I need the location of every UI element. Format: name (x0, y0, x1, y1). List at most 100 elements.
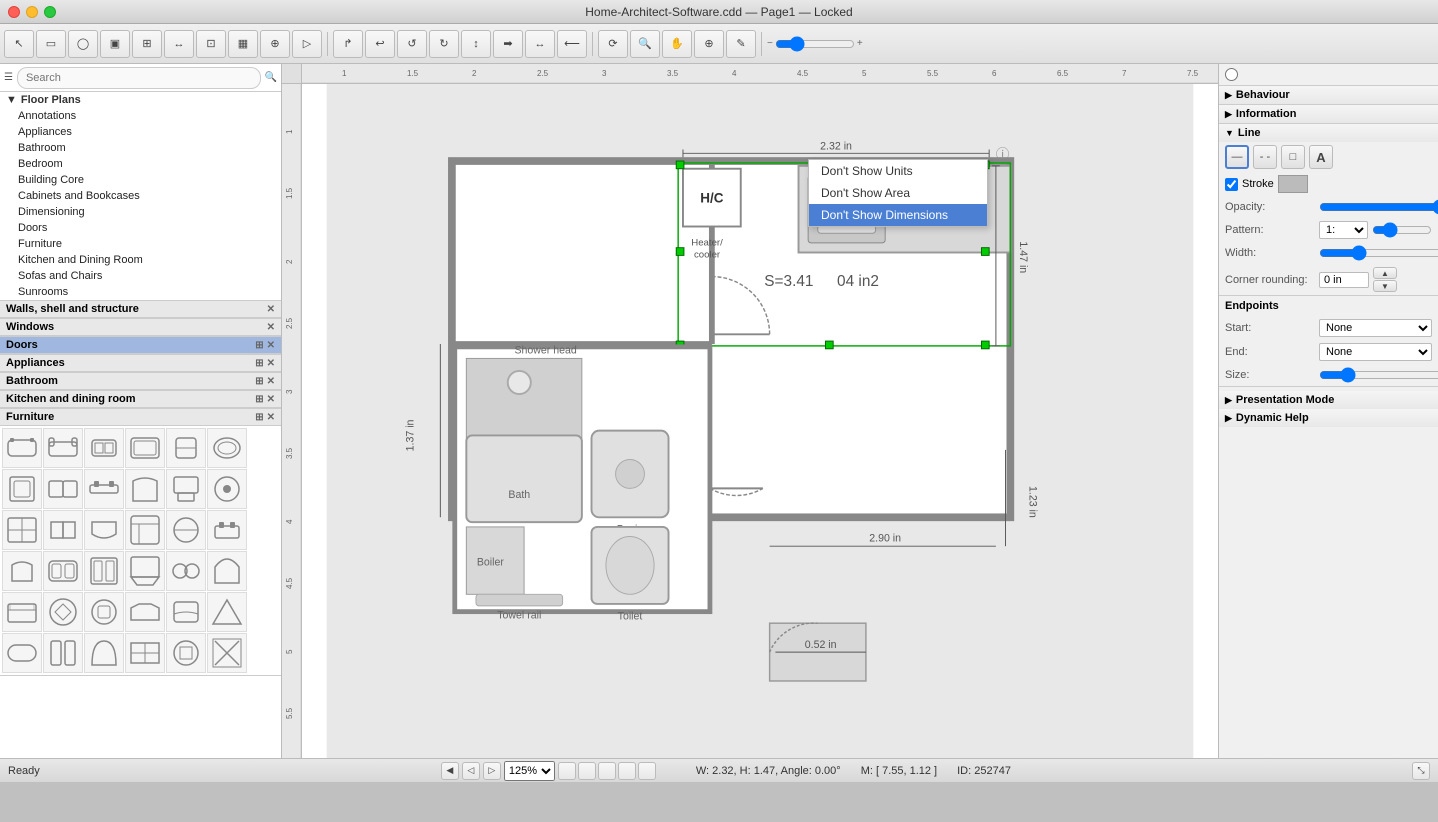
zoom-select[interactable]: 125% 100% 75% (504, 761, 555, 781)
tree-item-doors[interactable]: Doors (0, 220, 281, 236)
lib-windows-close-btn[interactable]: ✕ (267, 322, 275, 333)
pattern-slider[interactable] (1372, 222, 1432, 238)
window-controls[interactable] (8, 6, 56, 18)
furniture-item-15[interactable] (84, 510, 124, 550)
dropdown-dont-show-units[interactable]: Don't Show Units (809, 160, 987, 182)
pattern-select[interactable]: 1: 2: 3: (1319, 221, 1368, 239)
line-style-dashed-btn[interactable]: - - (1253, 145, 1277, 169)
grid2-tool[interactable]: ⊡ (196, 30, 226, 58)
furniture-item-23[interactable] (166, 551, 206, 591)
furniture-item-13[interactable] (2, 510, 42, 550)
view-btn-5[interactable] (638, 762, 656, 780)
page-back-btn[interactable]: ◁ (462, 762, 480, 780)
pattern-tool[interactable]: ▦ (228, 30, 258, 58)
text-btn[interactable]: A (1309, 145, 1333, 169)
page-prev-btn[interactable]: ◀ (441, 762, 459, 780)
zoom-minus-icon[interactable]: − (767, 38, 773, 49)
information-header[interactable]: ▶ Information (1219, 105, 1438, 123)
tree-item-sofas[interactable]: Sofas and Chairs (0, 268, 281, 284)
behaviour-header[interactable]: ▶ Behaviour (1219, 86, 1438, 104)
zoom-slider[interactable] (775, 36, 855, 52)
furniture-item-14[interactable] (43, 510, 83, 550)
canvas-area[interactable]: // Will be done in JS below 1 1.5 2 2.5 … (282, 64, 1218, 758)
furniture-item-2[interactable] (43, 428, 83, 468)
furniture-item-19[interactable] (2, 551, 42, 591)
tree-item-furniture[interactable]: Furniture (0, 236, 281, 252)
tree-item-sunrooms[interactable]: Sunrooms (0, 284, 281, 300)
end-select[interactable]: None Arrow Circle (1319, 343, 1432, 361)
close-button[interactable] (8, 6, 20, 18)
minimize-button[interactable] (26, 6, 38, 18)
ellipse-tool[interactable]: ◯ (68, 30, 98, 58)
fit-tool[interactable]: ⊕ (694, 30, 724, 58)
grid-tool[interactable]: ▣ (100, 30, 130, 58)
lib-doors-expand-btn[interactable]: ⊞ (255, 340, 263, 351)
tree-item-dimensioning[interactable]: Dimensioning (0, 204, 281, 220)
curve-tool[interactable]: ↱ (333, 30, 363, 58)
line-header[interactable]: ▼ Line (1219, 124, 1438, 142)
furniture-item-22[interactable] (125, 551, 165, 591)
pan-tool[interactable]: ✋ (662, 30, 692, 58)
tree-item-bedroom[interactable]: Bedroom (0, 156, 281, 172)
lib-bathroom-close-btn[interactable]: ✕ (267, 376, 275, 387)
furniture-item-11[interactable] (166, 469, 206, 509)
furniture-item-17[interactable] (166, 510, 206, 550)
width-slider[interactable] (1319, 245, 1438, 261)
stroke-color-swatch[interactable] (1278, 175, 1308, 193)
lib-doors-close-btn[interactable]: ✕ (267, 340, 275, 351)
furniture-item-33[interactable] (84, 633, 124, 673)
zoom-plus-icon[interactable]: + (857, 38, 863, 49)
furniture-item-8[interactable] (43, 469, 83, 509)
tree-item-cabinets[interactable]: Cabinets and Bookcases (0, 188, 281, 204)
sidebar-menu-icon[interactable]: ☰ (4, 72, 13, 83)
lib-appliances-expand-btn[interactable]: ⊞ (255, 358, 263, 369)
page-fwd-btn[interactable]: ▷ (483, 762, 501, 780)
tree-item-appliances[interactable]: Appliances (0, 124, 281, 140)
mirror-tool[interactable]: ↔ (525, 30, 555, 58)
presentation-mode-header[interactable]: ▶ Presentation Mode (1219, 391, 1438, 409)
table-tool[interactable]: ⊞ (132, 30, 162, 58)
tree-item-kitchen[interactable]: Kitchen and Dining Room (0, 252, 281, 268)
furniture-item-10[interactable] (125, 469, 165, 509)
stroke-checkbox[interactable] (1225, 178, 1238, 191)
corner-rounding-input[interactable] (1319, 272, 1369, 288)
undo-tool[interactable]: ↩ (365, 30, 395, 58)
redo1-tool[interactable]: ↺ (397, 30, 427, 58)
resize-tool[interactable]: ↔ (164, 30, 194, 58)
resize-handle[interactable]: ⤡ (1412, 762, 1430, 780)
furniture-item-30[interactable] (207, 592, 247, 632)
furniture-item-5[interactable] (166, 428, 206, 468)
flip-v-tool[interactable]: ↕ (461, 30, 491, 58)
furniture-item-6[interactable] (207, 428, 247, 468)
rect-tool[interactable]: ▭ (36, 30, 66, 58)
line-style-solid-btn[interactable]: — (1225, 145, 1249, 169)
furniture-item-35[interactable] (166, 633, 206, 673)
arrow-tool[interactable]: ▷ (292, 30, 322, 58)
floor-plan[interactable]: Sink unit H/C Heater/ cooler (302, 84, 1218, 758)
size-slider[interactable] (1319, 367, 1438, 383)
fill-color-btn[interactable]: □ (1281, 145, 1305, 169)
lib-furniture-expand-btn[interactable]: ⊞ (255, 412, 263, 423)
furniture-item-28[interactable] (125, 592, 165, 632)
lib-furniture-close-btn[interactable]: ✕ (267, 412, 275, 423)
furniture-item-36[interactable] (207, 633, 247, 673)
opacity-slider[interactable] (1319, 199, 1438, 215)
floor-plans-group[interactable]: ▼ Floor Plans (0, 92, 281, 108)
view-btn-3[interactable] (598, 762, 616, 780)
lib-bathroom-expand-btn[interactable]: ⊞ (255, 376, 263, 387)
corner-rounding-up-btn[interactable]: ▲ (1373, 267, 1397, 279)
refresh-tool[interactable]: ⟳ (598, 30, 628, 58)
redo2-tool[interactable]: ↻ (429, 30, 459, 58)
furniture-item-3[interactable] (84, 428, 124, 468)
start-select[interactable]: None Arrow Circle (1319, 319, 1432, 337)
dropdown-dont-show-area[interactable]: Don't Show Area (809, 182, 987, 204)
furniture-item-9[interactable] (84, 469, 124, 509)
furniture-item-27[interactable] (84, 592, 124, 632)
furniture-item-4[interactable] (125, 428, 165, 468)
tree-item-bathroom[interactable]: Bathroom (0, 140, 281, 156)
lib-walls-close-btn[interactable]: ✕ (267, 304, 275, 315)
lib-appliances-close-btn[interactable]: ✕ (267, 358, 275, 369)
furniture-item-21[interactable] (84, 551, 124, 591)
view-btn-4[interactable] (618, 762, 636, 780)
tree-item-annotations[interactable]: Annotations (0, 108, 281, 124)
